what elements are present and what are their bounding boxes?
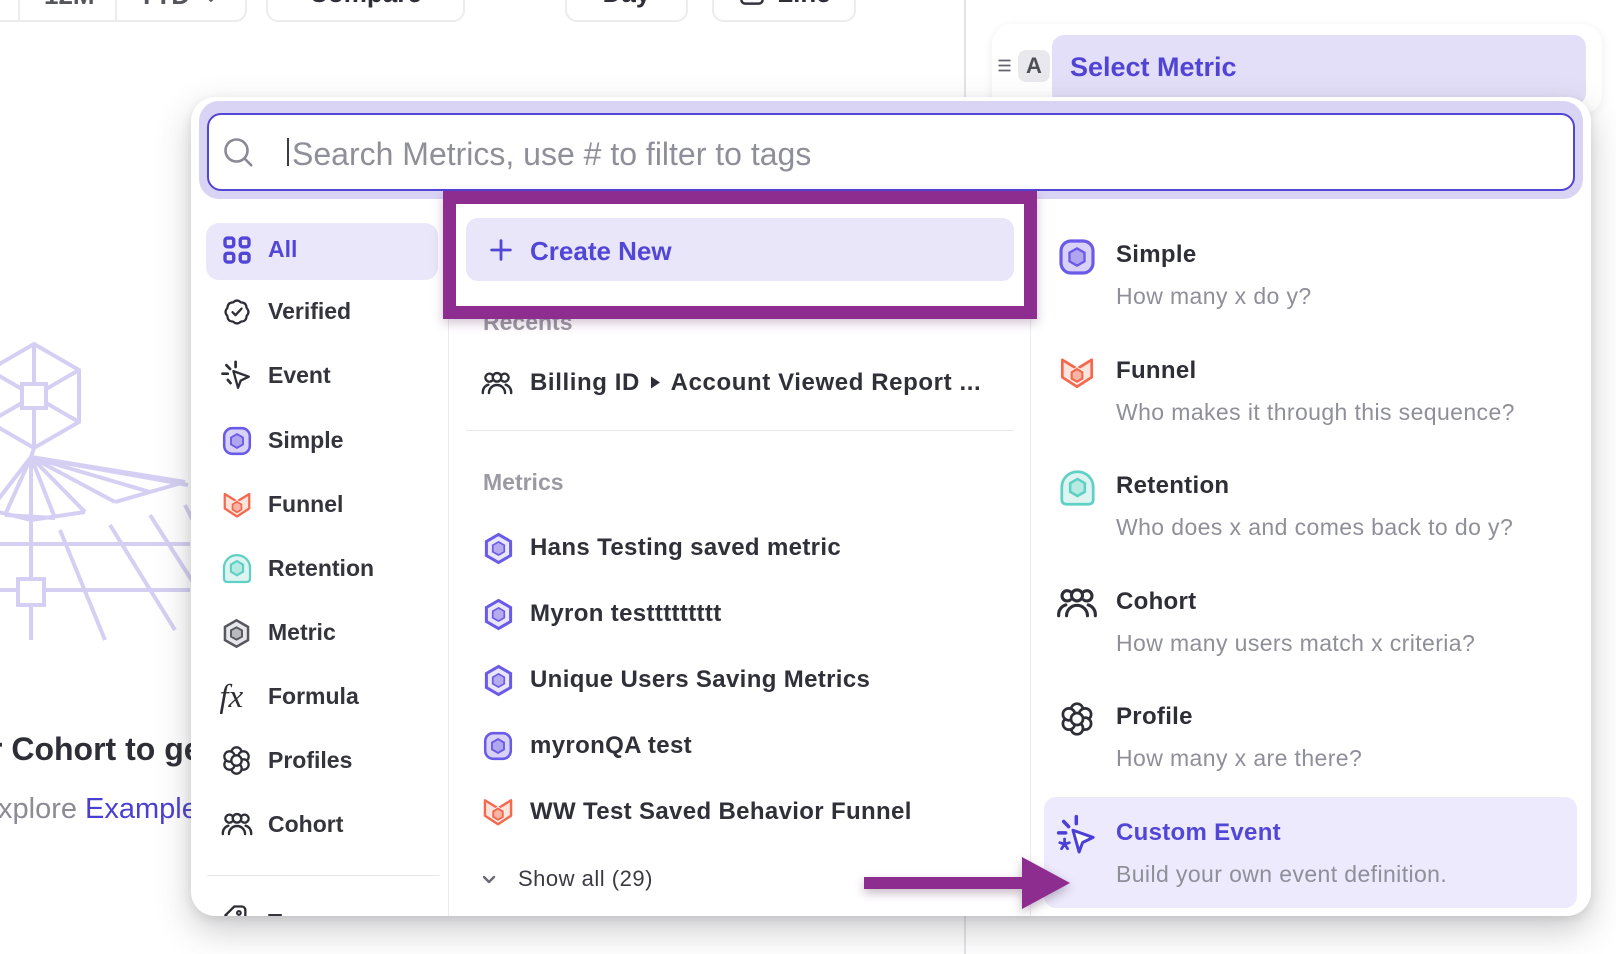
svg-text:fx: fx [220, 681, 243, 714]
